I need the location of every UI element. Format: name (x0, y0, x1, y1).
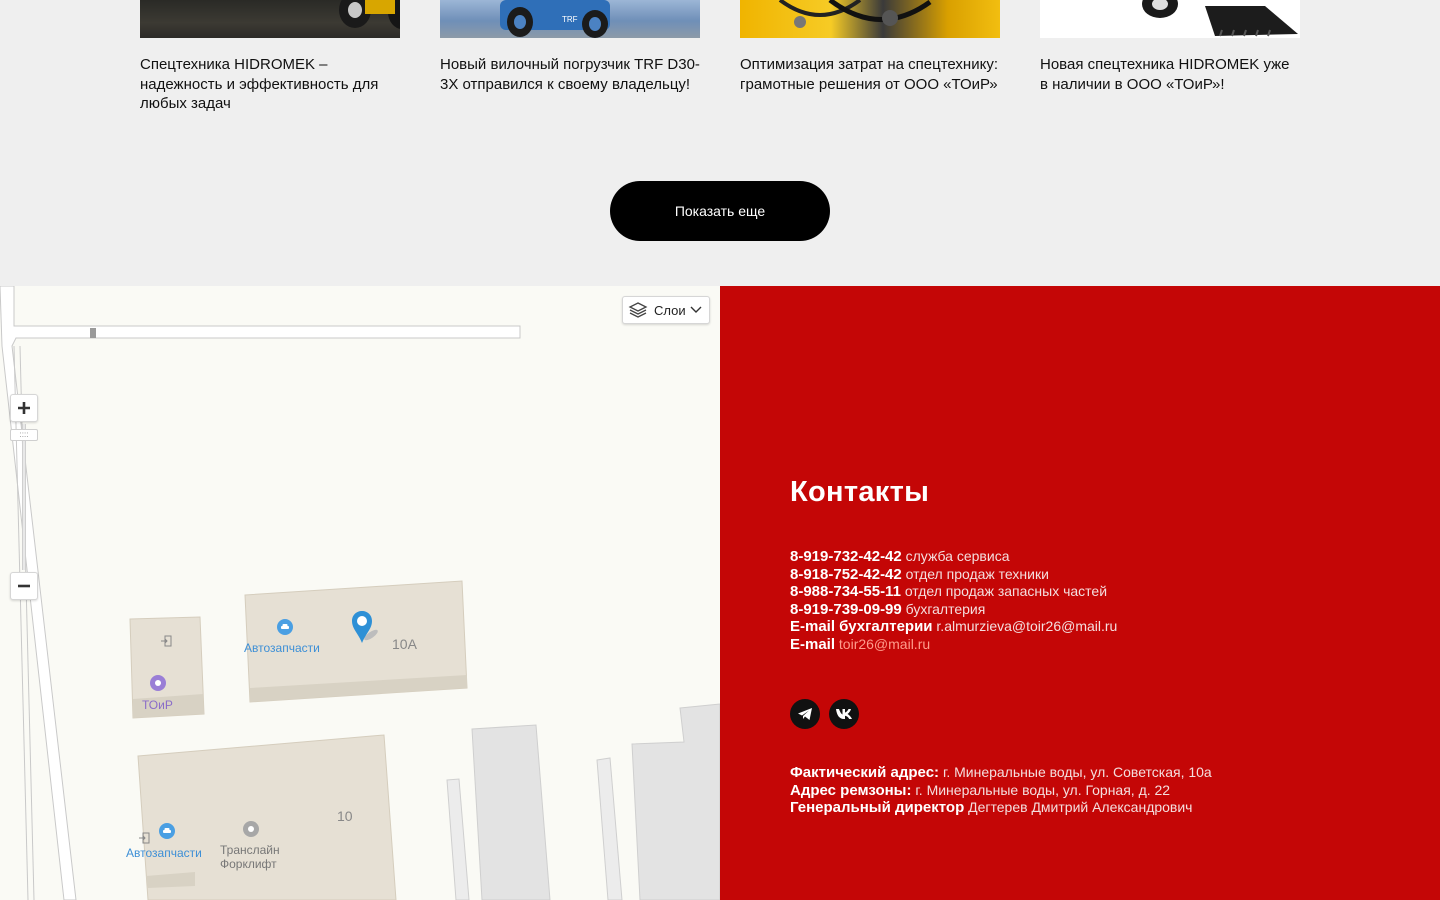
show-more-button[interactable]: Показать еще (610, 181, 830, 241)
news-title[interactable]: Оптимизация затрат на спецтехнику: грамо… (740, 55, 1000, 94)
email-label: E-mail (790, 635, 836, 653)
entrance-icon (160, 634, 172, 647)
phone-link[interactable]: 8-919-732-42-42 (790, 548, 902, 565)
director-name: Дегтерев Дмитрий Александрович (968, 799, 1193, 815)
svg-text:TRF: TRF (562, 15, 578, 24)
news-image[interactable]: TRF (440, 0, 700, 38)
map[interactable]: Слои :::: ТОиР Автозапчасти 10А Автозапч… (0, 286, 720, 900)
director-label: Генеральный директор (790, 799, 965, 816)
car-service-icon[interactable] (277, 619, 293, 635)
contact-list: 8-919-732-42-42 служба сервиса 8-918-752… (790, 548, 1117, 653)
repair-address-value: г. Минеральные воды, ул. Горная, д. 22 (915, 781, 1171, 798)
email-link[interactable]: toir26@mail.ru (839, 636, 930, 652)
zoom-slider-handle[interactable]: :::: (10, 429, 38, 441)
news-title[interactable]: Спецтехника HIDROMEK – надежность и эффе… (140, 55, 400, 114)
phone-row: 8-919-739-09-99 бухгалтерия (790, 601, 1117, 619)
map-label-autoparts[interactable]: Автозапчасти (244, 641, 320, 655)
entrance-icon (138, 831, 150, 844)
news-card[interactable]: Оптимизация затрат на спецтехнику: грамо… (740, 0, 1000, 94)
news-card[interactable]: Спецтехника HIDROMEK – надежность и эффе… (140, 0, 400, 114)
vk-icon (836, 709, 852, 719)
map-label-forklift[interactable]: Форклифт (220, 857, 277, 871)
news-title[interactable]: Новый вилочный погрузчик TRF D30-3X отпр… (440, 55, 700, 94)
contacts-section: Контакты 8-919-732-42-42 служба сервиса … (720, 286, 1440, 900)
news-section: Спецтехника HIDROMEK – надежность и эффе… (0, 0, 1440, 286)
address-row: Фактический адрес: г. Минеральные воды, … (790, 764, 1212, 782)
news-card[interactable]: TRF Новый вилочный погрузчик TRF D30-3X … (440, 0, 700, 94)
contacts-title: Контакты (790, 476, 930, 508)
news-image[interactable] (740, 0, 1000, 38)
business-poi-icon[interactable] (243, 821, 259, 837)
phone-link[interactable]: 8-919-739-09-99 (790, 601, 902, 618)
news-image[interactable] (1040, 0, 1300, 38)
phone-row: 8-918-752-42-42 отдел продаж техники (790, 566, 1117, 584)
zoom-out-button[interactable] (10, 572, 38, 600)
email-accounting-label: E-mail бухгалтерии (790, 618, 933, 635)
phone-row: 8-919-732-42-42 служба сервиса (790, 548, 1117, 566)
map-canvas[interactable] (0, 286, 720, 900)
location-pin-icon[interactable] (347, 609, 383, 649)
chevron-down-icon (690, 306, 702, 313)
phone-desc: отдел продаж техники (905, 565, 1049, 582)
telegram-link[interactable] (790, 699, 820, 729)
map-label-autoparts[interactable]: Автозапчасти (126, 846, 202, 860)
phone-row: 8-988-734-55-11 отдел продаж запасных ча… (790, 583, 1117, 601)
phone-desc: служба сервиса (905, 548, 1010, 564)
news-title[interactable]: Новая спецтехника HIDROMEK уже в наличии… (1040, 55, 1300, 94)
toir-poi-icon[interactable] (150, 675, 166, 691)
phone-desc: бухгалтерия (905, 600, 986, 617)
address-label: Фактический адрес: (790, 764, 940, 781)
address-block: Фактический адрес: г. Минеральные воды, … (790, 764, 1212, 817)
zoom-in-button[interactable] (10, 394, 38, 422)
email-accounting-row: E-mail бухгалтерии r.almurzieva@toir26@m… (790, 618, 1117, 636)
email-row: E-mail toir26@mail.ru (790, 636, 1117, 654)
building-number-10a: 10А (392, 636, 417, 652)
zoom-slider-track[interactable] (22, 424, 26, 570)
layers-button[interactable]: Слои (622, 296, 710, 324)
layers-label: Слои (654, 302, 686, 318)
map-label-translain[interactable]: Транслайн (220, 843, 280, 857)
social-links (790, 699, 859, 729)
vk-link[interactable] (829, 699, 859, 729)
map-label-toir[interactable]: ТОиР (142, 698, 173, 712)
news-card[interactable]: Новая спецтехника HIDROMEK уже в наличии… (1040, 0, 1300, 94)
phone-desc: отдел продаж запасных частей (904, 583, 1108, 599)
building-number-10: 10 (337, 808, 353, 824)
car-service-icon[interactable] (159, 823, 175, 839)
repair-address-label: Адрес ремзоны: (790, 781, 912, 799)
phone-link[interactable]: 8-988-734-55-11 (790, 583, 901, 600)
address-value: г. Минеральные воды, ул. Советская, 10а (942, 764, 1212, 780)
layers-icon (628, 302, 648, 318)
repair-address-row: Адрес ремзоны: г. Минеральные воды, ул. … (790, 782, 1212, 800)
plus-icon (18, 402, 30, 414)
director-row: Генеральный директор Дегтерев Дмитрий Ал… (790, 799, 1212, 817)
news-image[interactable] (140, 0, 400, 38)
minus-icon (18, 584, 30, 588)
phone-link[interactable]: 8-918-752-42-42 (790, 566, 902, 583)
email-accounting-link[interactable]: r.almurzieva@toir26@mail.ru (936, 618, 1117, 634)
telegram-icon (798, 708, 812, 720)
